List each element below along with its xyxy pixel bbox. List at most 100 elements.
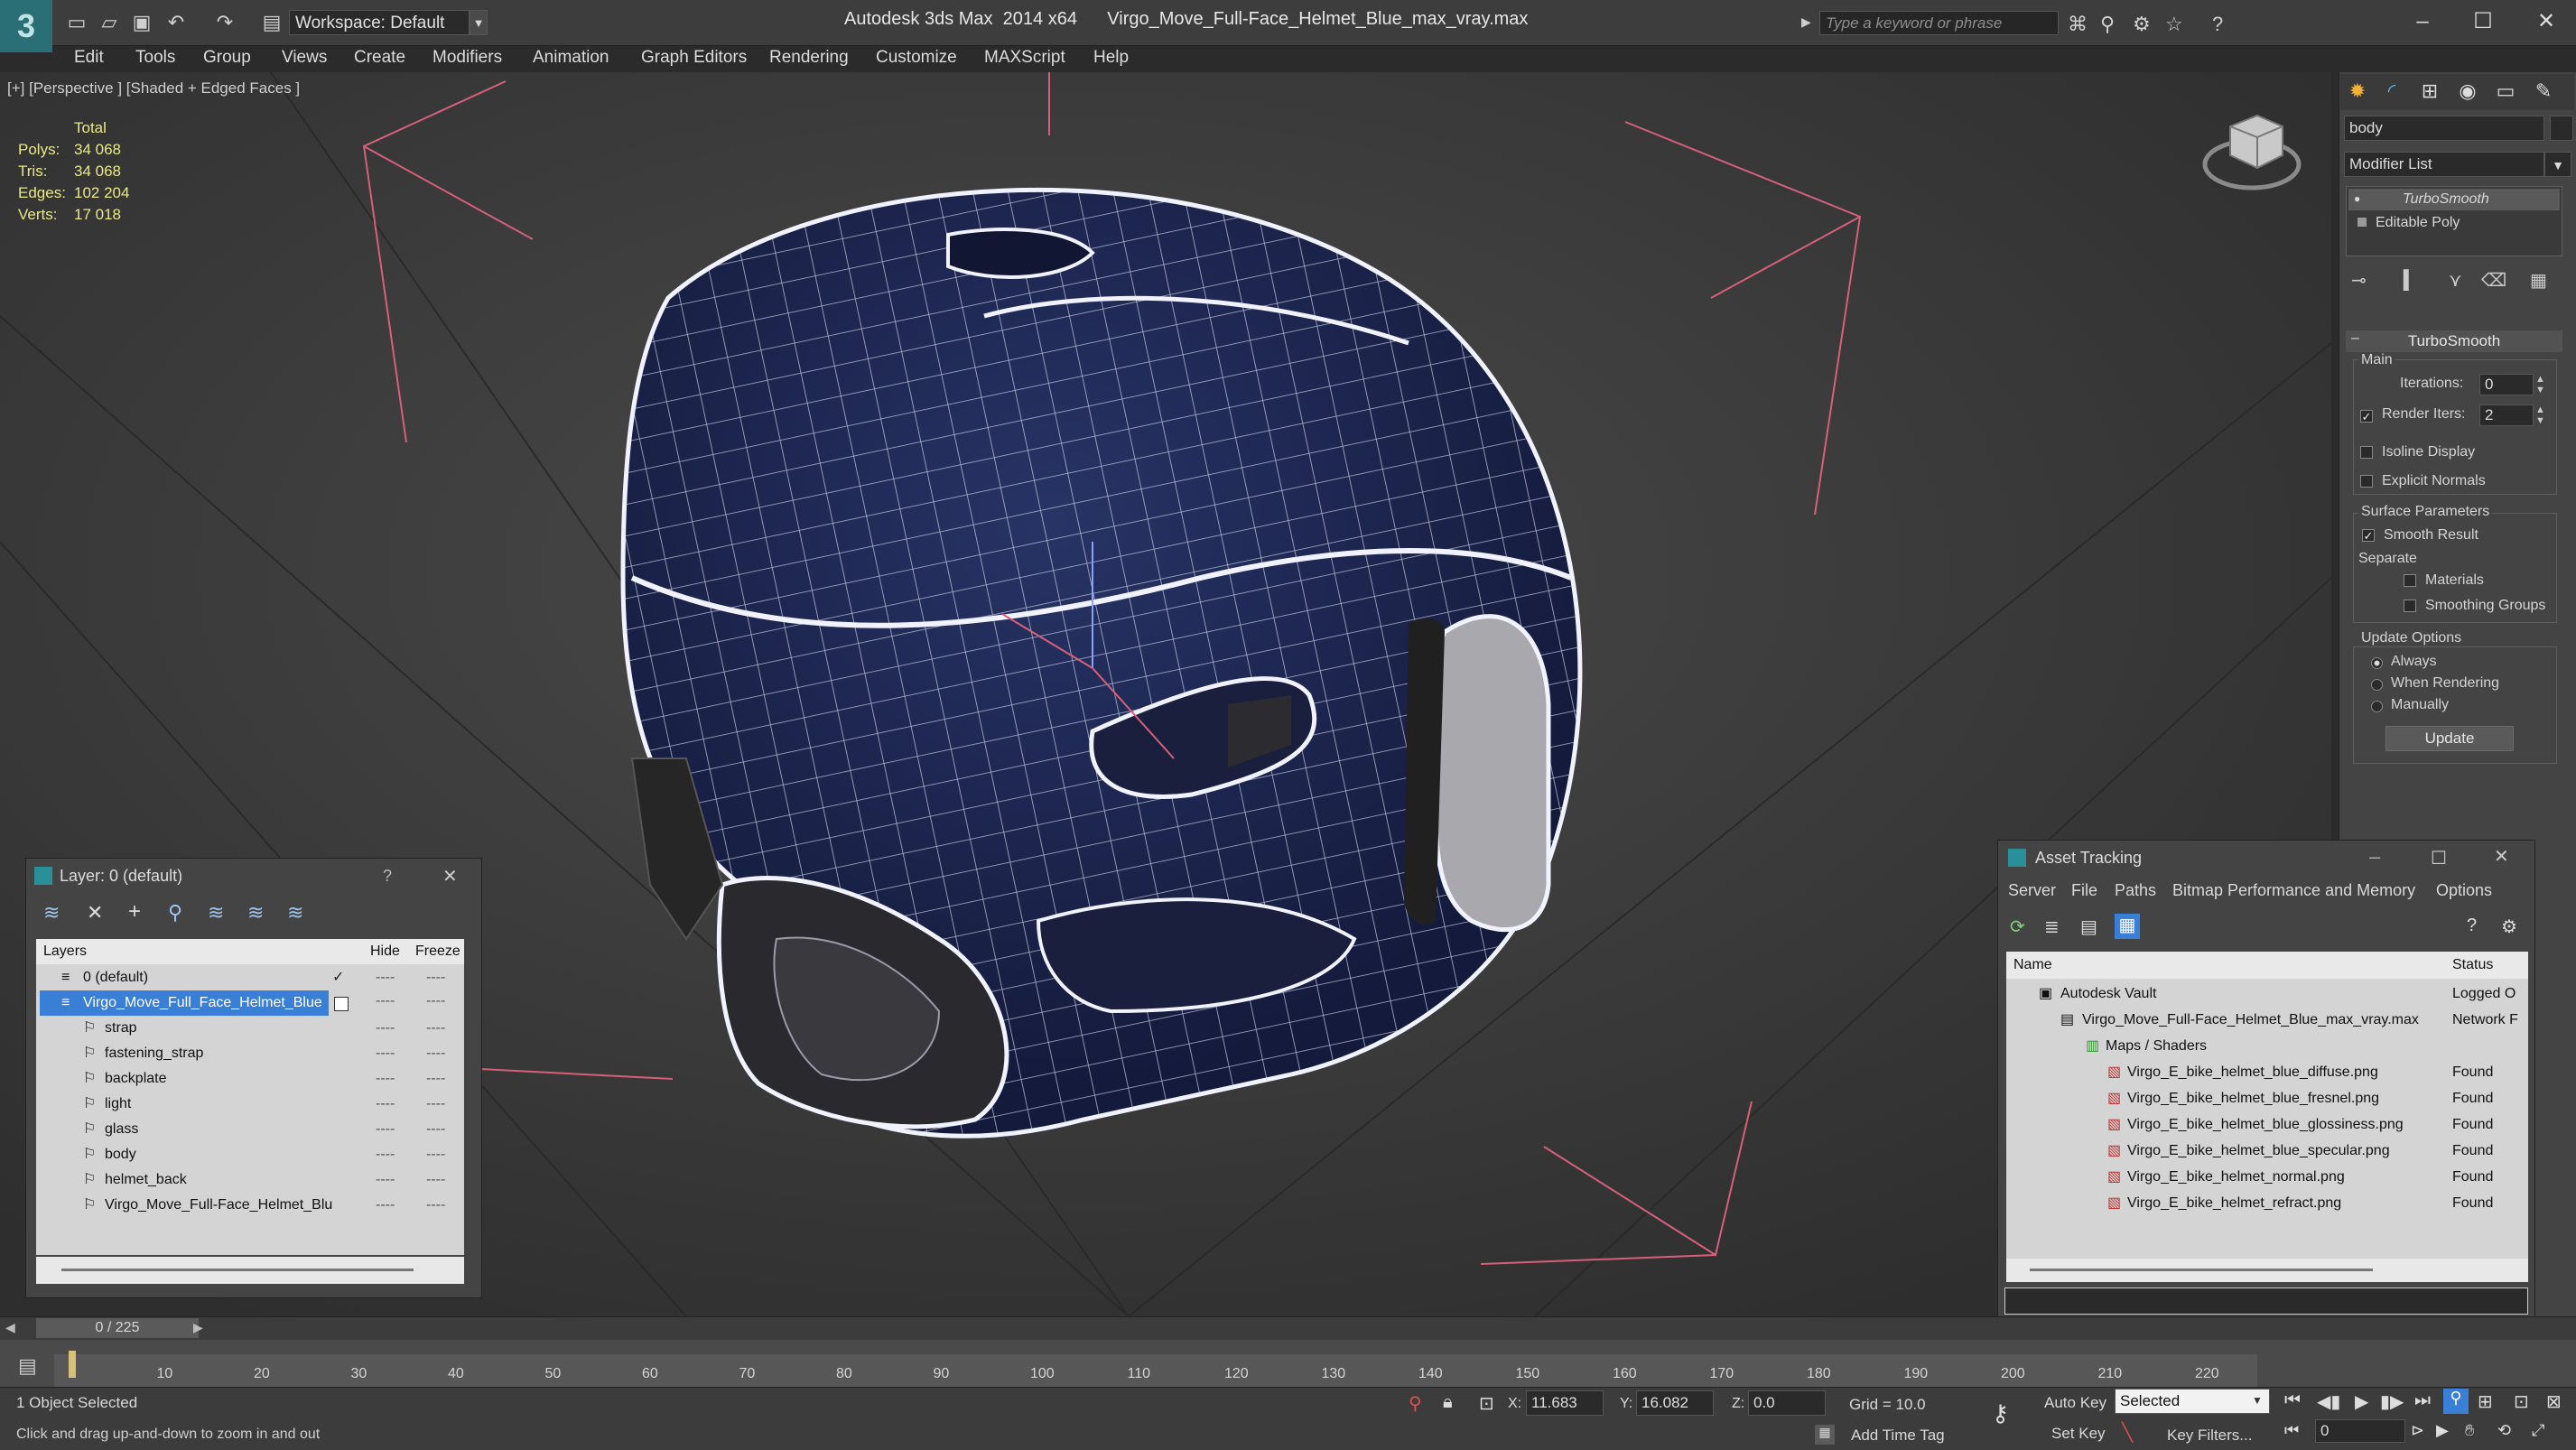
hide-toggle[interactable]: ----	[376, 1167, 395, 1193]
make-unique-icon[interactable]: ⋎	[2449, 269, 2462, 292]
freeze-toggle[interactable]: ----	[426, 1193, 445, 1218]
spinner-arrows-icon[interactable]: ▲ ▼	[2535, 374, 2545, 395]
hide-toggle[interactable]: ----	[376, 1092, 395, 1117]
layer-row[interactable]: ≡ 0 (default) ✓ ---- ----	[36, 965, 464, 990]
asset-menu-bitmap-performance[interactable]: Bitmap Performance and Memory	[2172, 881, 2415, 900]
create-tab-icon[interactable]: ✹	[2342, 79, 2373, 107]
workspace-dropdown[interactable]: Workspace: Default	[289, 10, 470, 35]
lightbulb-icon[interactable]: ●	[2354, 192, 2360, 205]
smoothing-groups-checkbox[interactable]	[2404, 600, 2416, 612]
auto-key-button[interactable]: Auto Key	[2044, 1394, 2106, 1412]
freeze-toggle[interactable]: ----	[426, 1041, 445, 1066]
hide-toggle[interactable]: ----	[376, 1193, 395, 1218]
y-coordinate-field[interactable]: 16.082	[1636, 1390, 1714, 1416]
menu-edit[interactable]: Edit	[74, 45, 104, 70]
freeze-toggle[interactable]: ----	[426, 1117, 445, 1142]
layer-row-selected[interactable]: ≡ Virgo_Move_Full_Face_Helmet_Blue	[40, 990, 329, 1016]
goto-start-icon[interactable]: ⏮	[2284, 1390, 2301, 1411]
hide-toggle[interactable]: ----	[376, 993, 395, 1009]
add-to-layer-icon[interactable]: +	[128, 899, 141, 925]
helmet-model[interactable]	[620, 187, 1583, 1139]
minimize-button[interactable]: –	[2400, 7, 2445, 36]
layer-panel-close-button[interactable]: ✕	[442, 865, 458, 888]
menu-rendering[interactable]: Rendering	[769, 45, 849, 70]
collapse-rollout-icon[interactable]: –	[2351, 330, 2359, 347]
layer-horizontal-scrollbar[interactable]	[36, 1257, 464, 1284]
manually-radio[interactable]	[2371, 701, 2383, 712]
table-view-icon[interactable]: ▤	[2080, 916, 2097, 938]
menu-group[interactable]: Group	[203, 45, 251, 70]
binoculars-icon[interactable]: ⌘	[2068, 13, 2088, 36]
when-rendering-radio[interactable]	[2371, 679, 2383, 691]
hide-toggle[interactable]: ----	[376, 1016, 395, 1041]
stack-item-turbosmooth[interactable]: TurboSmooth	[2348, 189, 2560, 210]
highlight-layer-icon[interactable]: ≋	[208, 901, 224, 925]
layer-object-row[interactable]: ⚐ backplate ---- ----	[36, 1066, 464, 1092]
isoline-display-checkbox[interactable]	[2360, 446, 2373, 459]
current-frame-field[interactable]: 0	[2315, 1419, 2405, 1443]
spinner-arrows-icon[interactable]: ▲ ▼	[2535, 404, 2545, 426]
asset-menu-file[interactable]: File	[2071, 881, 2097, 900]
redo-icon[interactable]: ↷	[213, 11, 237, 34]
layer-object-row[interactable]: ⚐ fastening_strap ---- ----	[36, 1041, 464, 1066]
layer-object-row[interactable]: ⚐ strap ---- ----	[36, 1016, 464, 1041]
zoom-all-icon[interactable]: ⊞	[2478, 1390, 2493, 1413]
freeze-toggle[interactable]: ----	[426, 1016, 445, 1041]
asset-close-button[interactable]: ✕	[2494, 845, 2509, 868]
layer-object-row[interactable]: ⚐ helmet_back ---- ----	[36, 1167, 464, 1193]
motion-tab-icon[interactable]: ◉	[2452, 79, 2483, 107]
key-mode-toggle-icon[interactable]: ⏮	[2284, 1421, 2299, 1440]
select-layer-objects-icon[interactable]: ⚲	[168, 901, 182, 925]
maximize-button[interactable]: ☐	[2460, 7, 2506, 36]
selection-lock-icon[interactable]: 🔒︎	[1443, 1392, 1453, 1413]
hide-toggle[interactable]: ----	[376, 1041, 395, 1066]
menu-views[interactable]: Views	[282, 45, 327, 70]
chevron-down-icon[interactable]: ▼	[470, 10, 488, 35]
show-end-result-icon[interactable]: ▍	[2404, 269, 2417, 292]
scrollbar-thumb[interactable]	[61, 1269, 414, 1271]
undo-icon[interactable]: ↶	[164, 11, 188, 34]
orbit-icon[interactable]: ⟲	[2497, 1421, 2511, 1440]
object-color-swatch[interactable]	[2550, 116, 2573, 141]
project-folder-icon[interactable]: ▤	[260, 11, 284, 34]
set-key-button[interactable]: Set Key	[2051, 1425, 2106, 1443]
col-layers[interactable]: Layers	[43, 943, 87, 960]
menu-create[interactable]: Create	[354, 45, 405, 70]
col-status[interactable]: Status	[2452, 957, 2493, 973]
asset-row[interactable]: ▧ Virgo_E_bike_helmet_normal.png Found	[2006, 1165, 2528, 1190]
layer-object-row[interactable]: ⚐ body ---- ----	[36, 1142, 464, 1167]
isolate-selection-icon[interactable]: ⚲	[1409, 1392, 1422, 1415]
asset-row[interactable]: ▧ Virgo_E_bike_helmet_blue_fresnel.png Fou…	[2006, 1086, 2528, 1111]
key-filters-button[interactable]: Key Filters...	[2167, 1427, 2252, 1445]
create-layer-icon[interactable]: ≋	[43, 901, 60, 925]
freeze-toggle[interactable]: ----	[426, 1066, 445, 1092]
key-icon[interactable]: ⚷	[1992, 1399, 2009, 1427]
set-key-icon[interactable]: ╲	[2122, 1421, 2133, 1444]
exchange-icon[interactable]: ⚙	[2133, 13, 2151, 36]
help-icon[interactable]: ?	[2212, 13, 2223, 36]
zoom-extents-icon[interactable]: ⊡	[2514, 1390, 2529, 1413]
col-name[interactable]: Name	[2013, 957, 2052, 973]
always-radio[interactable]	[2371, 657, 2383, 669]
chevron-down-icon[interactable]: ▼	[2252, 1394, 2263, 1407]
hierarchy-tab-icon[interactable]: ⊞	[2414, 79, 2445, 107]
render-iters-checkbox[interactable]: ✓	[2360, 410, 2373, 423]
favorites-star-icon[interactable]: ☆	[2165, 13, 2183, 36]
time-config-icon[interactable]: ⊳	[2411, 1421, 2424, 1440]
viewport-label[interactable]: [+] [Perspective ] [Shaded + Edged Faces…	[7, 79, 300, 98]
asset-minimize-button[interactable]: –	[2369, 845, 2380, 869]
freeze-toggle[interactable]: ----	[426, 993, 445, 1009]
close-button[interactable]: ✕	[2524, 7, 2569, 36]
update-button[interactable]: Update	[2385, 726, 2514, 751]
menu-animation[interactable]: Animation	[533, 45, 609, 70]
menu-modifiers[interactable]: Modifiers	[432, 45, 502, 70]
menu-tools[interactable]: Tools	[135, 45, 175, 70]
field-of-view-icon[interactable]: ▶	[2436, 1421, 2449, 1440]
asset-row[interactable]: ▥ Maps / Shaders	[2006, 1034, 2528, 1059]
app-logo-button[interactable]: 3	[0, 0, 52, 52]
new-file-icon[interactable]: ▭	[65, 11, 88, 34]
grid-view-icon[interactable]: ▦	[2115, 914, 2140, 939]
time-slider[interactable]	[0, 1316, 2576, 1341]
next-key-icon[interactable]: ▮▶	[2380, 1390, 2404, 1413]
delete-layer-icon[interactable]: ✕	[87, 901, 103, 925]
